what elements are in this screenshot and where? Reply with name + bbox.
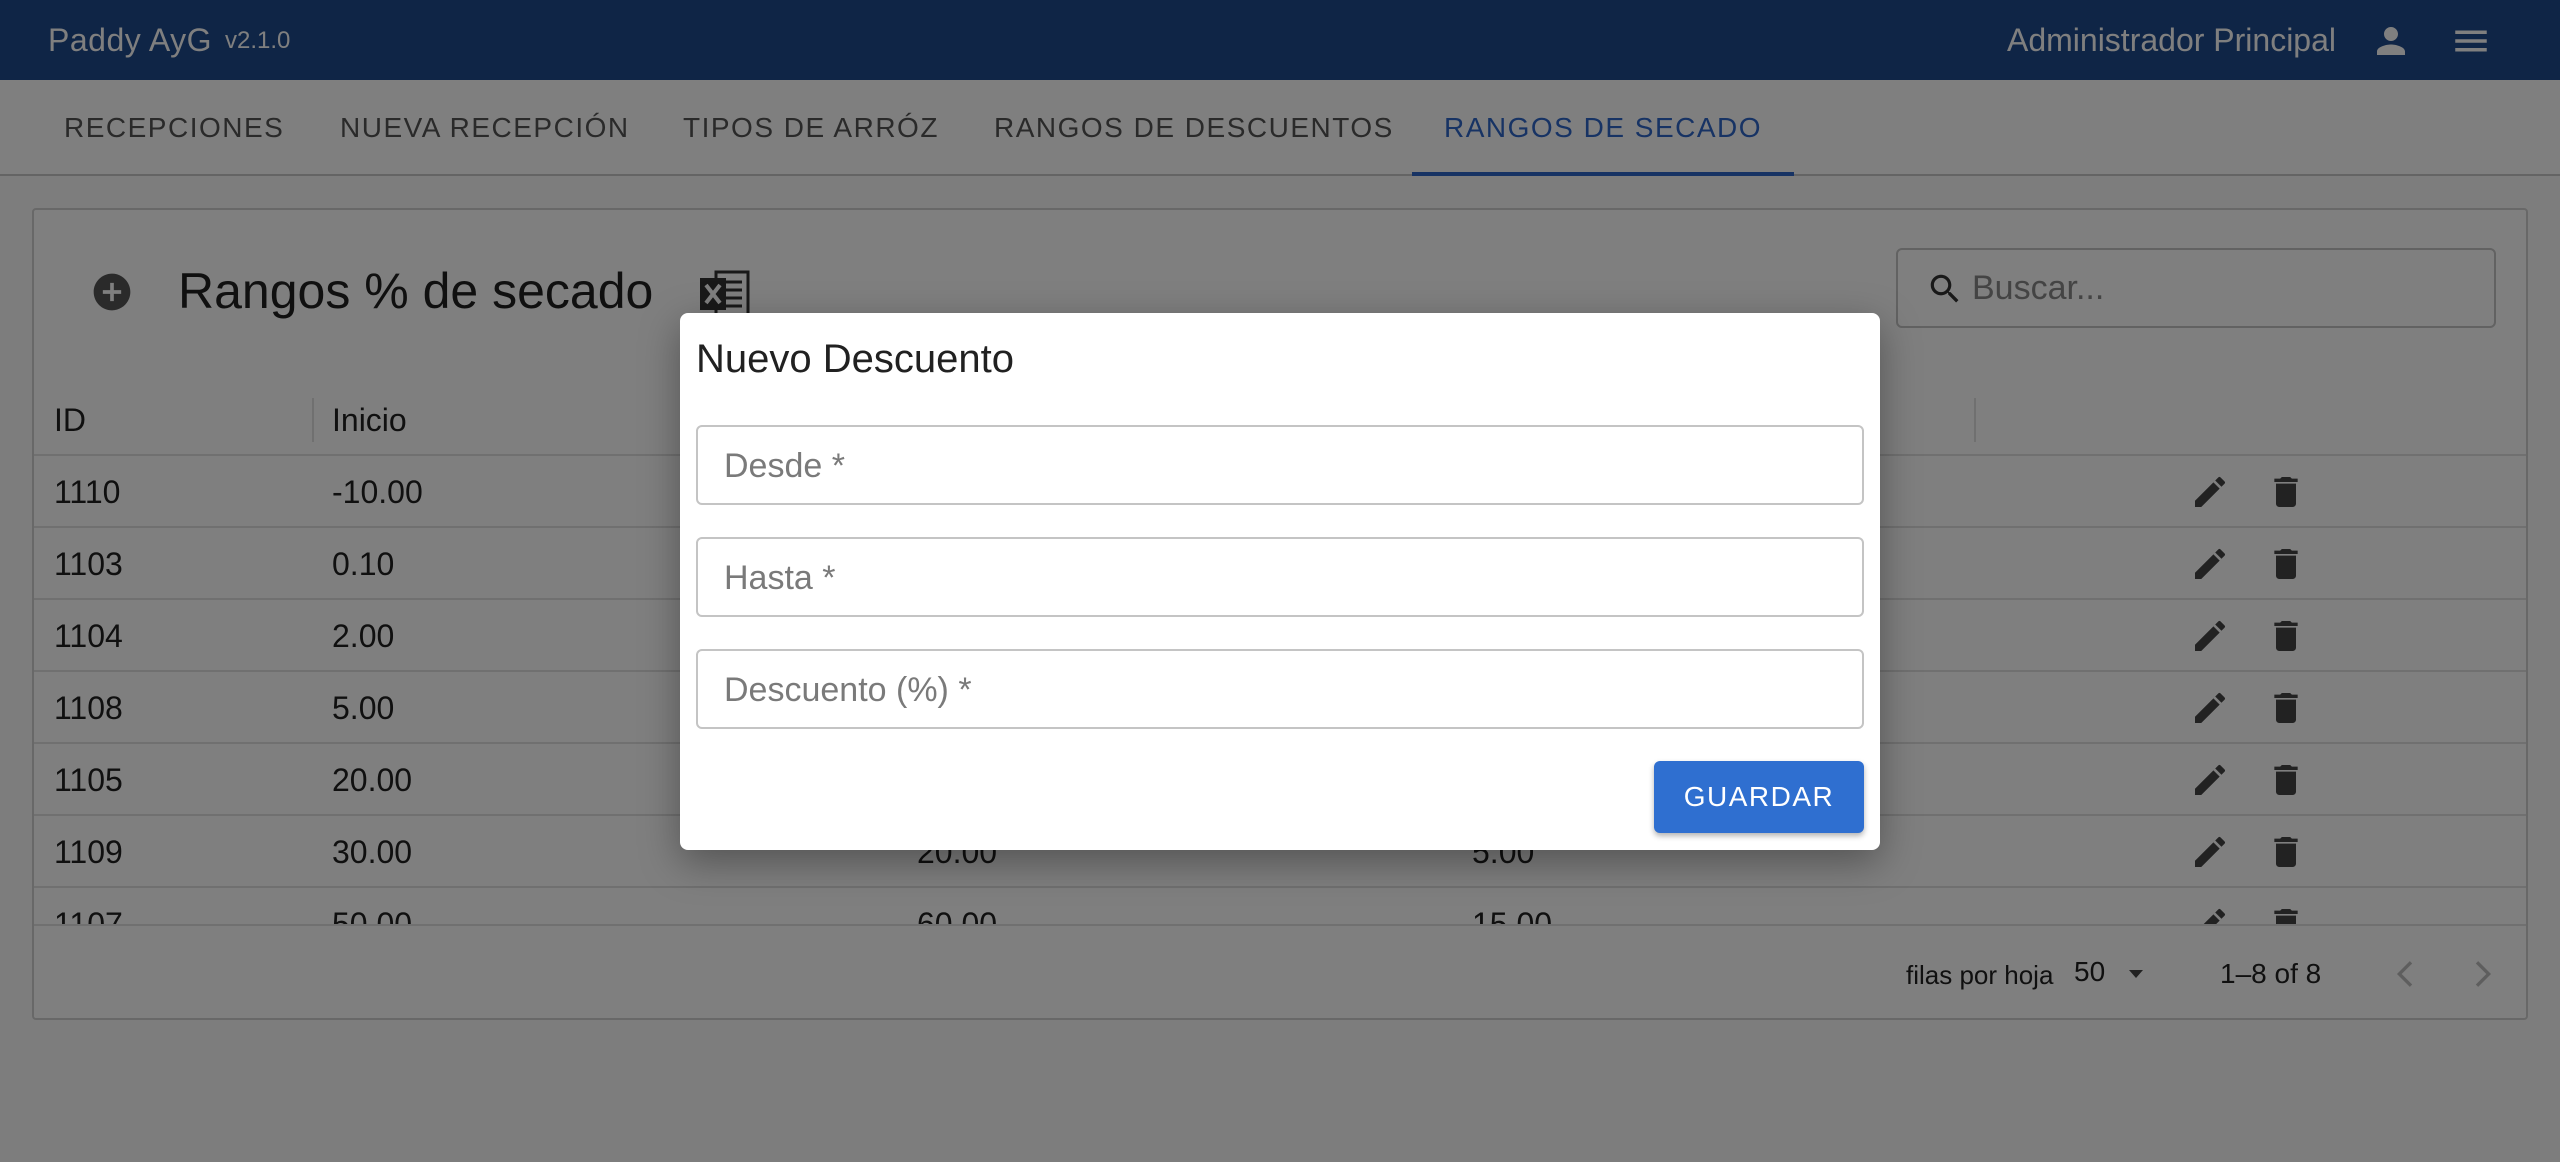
dialog-title: Nuevo Descuento — [696, 337, 1014, 381]
descuento-input[interactable] — [724, 667, 1824, 713]
save-button[interactable]: GUARDAR — [1654, 761, 1864, 833]
desde-input[interactable] — [724, 443, 1824, 489]
hasta-input[interactable] — [724, 555, 1824, 601]
descuento-field[interactable] — [696, 649, 1864, 729]
hasta-field[interactable] — [696, 537, 1864, 617]
desde-field[interactable] — [696, 425, 1864, 505]
new-discount-dialog: Nuevo Descuento GUARDAR — [680, 313, 1880, 850]
